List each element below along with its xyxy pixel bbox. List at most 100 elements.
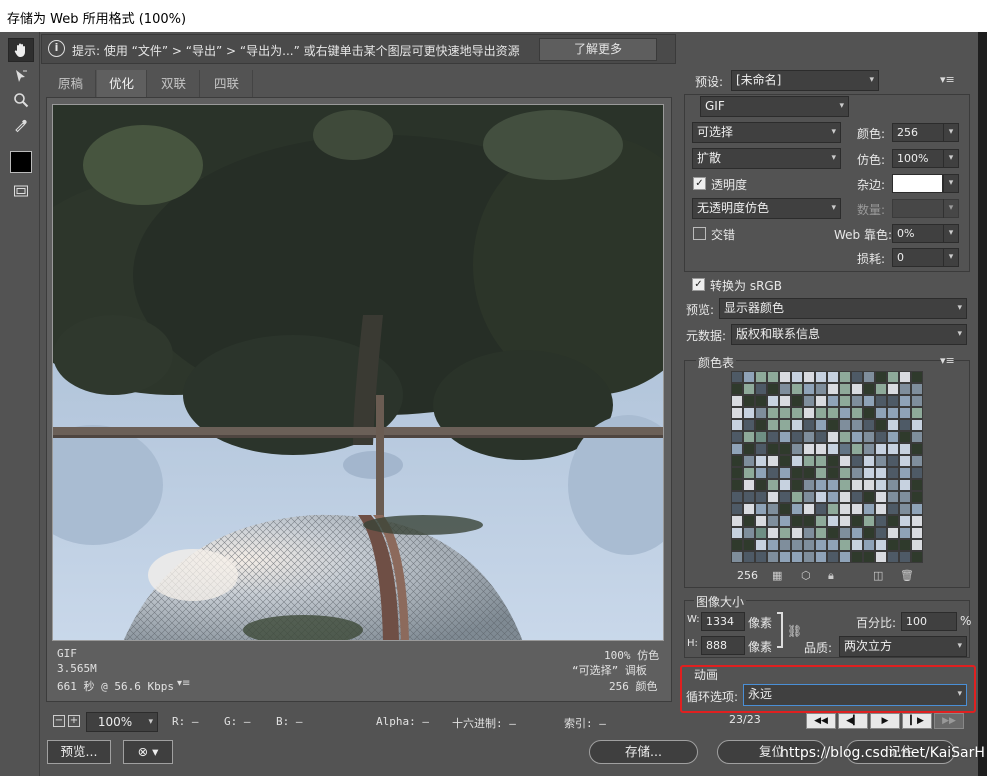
color-swatch[interactable] <box>767 443 779 455</box>
color-swatch[interactable] <box>755 503 767 515</box>
color-swatch[interactable] <box>851 539 863 551</box>
color-swatch[interactable] <box>779 491 791 503</box>
eyedropper-color-swatch[interactable] <box>10 151 32 173</box>
color-swatch[interactable] <box>743 407 755 419</box>
color-swatch[interactable] <box>731 371 743 383</box>
color-swatch[interactable] <box>827 551 839 563</box>
color-swatch[interactable] <box>791 527 803 539</box>
amount-dropdown[interactable]: ▾ <box>943 199 959 218</box>
color-swatch[interactable] <box>875 431 887 443</box>
color-swatch[interactable] <box>803 551 815 563</box>
color-swatch[interactable] <box>851 431 863 443</box>
color-swatch[interactable] <box>755 491 767 503</box>
preview-image[interactable] <box>52 104 664 641</box>
color-swatch[interactable] <box>791 383 803 395</box>
color-swatch[interactable] <box>755 455 767 467</box>
dither-dropdown[interactable]: ▾ <box>943 149 959 168</box>
color-swatch[interactable] <box>803 479 815 491</box>
percent-input[interactable]: 100 <box>901 612 957 631</box>
color-swatch[interactable] <box>863 443 875 455</box>
color-swatch[interactable] <box>911 395 923 407</box>
color-swatch[interactable] <box>899 467 911 479</box>
color-swatch[interactable] <box>779 551 791 563</box>
color-swatch[interactable] <box>899 443 911 455</box>
colors-input[interactable]: 256 <box>892 123 944 142</box>
color-table-grid[interactable] <box>731 371 923 563</box>
color-swatch[interactable] <box>767 491 779 503</box>
color-swatch[interactable] <box>791 371 803 383</box>
zoom-in-icon[interactable]: + <box>68 715 80 727</box>
matte-color-swatch[interactable] <box>892 174 943 193</box>
color-swatch[interactable] <box>755 539 767 551</box>
metadata-select[interactable]: 版权和联系信息 ▾ <box>731 324 967 345</box>
web-shift-icon[interactable]: ⬡ <box>801 569 811 582</box>
color-swatch[interactable] <box>839 527 851 539</box>
format-select[interactable]: GIF ▾ <box>700 96 849 117</box>
color-swatch[interactable] <box>863 371 875 383</box>
color-swatch[interactable] <box>887 539 899 551</box>
color-swatch[interactable] <box>887 491 899 503</box>
color-swatch[interactable] <box>815 515 827 527</box>
color-swatch[interactable] <box>827 479 839 491</box>
color-swatch[interactable] <box>743 431 755 443</box>
color-swatch[interactable] <box>743 515 755 527</box>
color-swatch[interactable] <box>743 491 755 503</box>
color-swatch[interactable] <box>767 551 779 563</box>
color-swatch[interactable] <box>779 455 791 467</box>
transparency-dither-select[interactable]: 无透明度仿色 ▾ <box>692 198 841 219</box>
color-swatch[interactable] <box>839 467 851 479</box>
color-swatch[interactable] <box>887 515 899 527</box>
color-swatch[interactable] <box>875 455 887 467</box>
color-swatch[interactable] <box>815 407 827 419</box>
color-swatch[interactable] <box>731 551 743 563</box>
color-swatch[interactable] <box>767 419 779 431</box>
color-swatch[interactable] <box>911 419 923 431</box>
color-swatch[interactable] <box>875 491 887 503</box>
tab-2up[interactable]: 双联 <box>148 70 200 97</box>
color-swatch[interactable] <box>851 467 863 479</box>
amount-input[interactable] <box>892 199 944 218</box>
color-swatch[interactable] <box>827 515 839 527</box>
color-swatch[interactable] <box>875 479 887 491</box>
color-swatch[interactable] <box>791 539 803 551</box>
color-swatch[interactable] <box>803 455 815 467</box>
color-swatch[interactable] <box>791 551 803 563</box>
color-swatch[interactable] <box>791 503 803 515</box>
color-swatch[interactable] <box>791 419 803 431</box>
color-swatch[interactable] <box>851 503 863 515</box>
color-swatch[interactable] <box>887 407 899 419</box>
color-swatch[interactable] <box>743 383 755 395</box>
color-swatch[interactable] <box>827 419 839 431</box>
color-swatch[interactable] <box>899 527 911 539</box>
color-swatch[interactable] <box>839 431 851 443</box>
color-swatch[interactable] <box>911 479 923 491</box>
color-swatch[interactable] <box>851 455 863 467</box>
color-swatch[interactable] <box>851 419 863 431</box>
new-color-icon[interactable]: ◫ <box>873 569 883 582</box>
color-swatch[interactable] <box>779 419 791 431</box>
color-swatch[interactable] <box>887 503 899 515</box>
color-swatch[interactable] <box>755 407 767 419</box>
color-swatch[interactable] <box>887 479 899 491</box>
color-swatch[interactable] <box>875 503 887 515</box>
color-swatch[interactable] <box>791 515 803 527</box>
color-swatch[interactable] <box>803 527 815 539</box>
color-swatch[interactable] <box>839 443 851 455</box>
color-swatch[interactable] <box>851 383 863 395</box>
color-swatch[interactable] <box>911 515 923 527</box>
optimize-menu-icon[interactable]: ▾≡ <box>940 73 955 86</box>
color-swatch[interactable] <box>851 371 863 383</box>
color-swatch[interactable] <box>863 551 875 563</box>
color-swatch[interactable] <box>851 527 863 539</box>
color-swatch[interactable] <box>803 539 815 551</box>
color-swatch[interactable] <box>887 395 899 407</box>
color-swatch[interactable] <box>911 443 923 455</box>
color-swatch[interactable] <box>887 455 899 467</box>
color-swatch[interactable] <box>899 479 911 491</box>
color-swatch[interactable] <box>767 503 779 515</box>
color-swatch[interactable] <box>827 407 839 419</box>
color-swatch[interactable] <box>827 395 839 407</box>
color-swatch[interactable] <box>839 407 851 419</box>
color-swatch[interactable] <box>803 515 815 527</box>
color-swatch[interactable] <box>839 551 851 563</box>
